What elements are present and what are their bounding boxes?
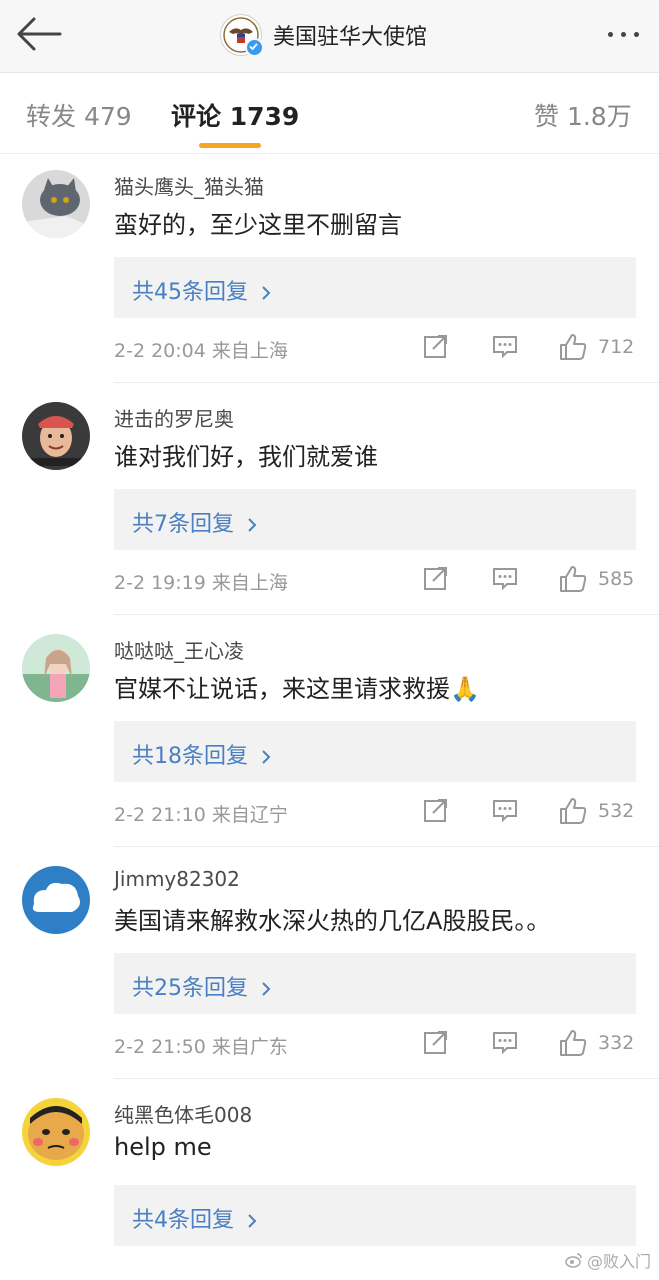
- like-count: 532: [598, 800, 635, 822]
- tab-comments[interactable]: 评论 1739: [171, 97, 299, 133]
- comment-icon[interactable]: [491, 564, 519, 592]
- comment-icon[interactable]: [491, 796, 519, 824]
- forward-icon[interactable]: [422, 796, 450, 824]
- forward-icon[interactable]: [422, 332, 450, 360]
- forward-icon[interactable]: [422, 1028, 450, 1056]
- comment-icon[interactable]: [491, 332, 519, 360]
- comment-icon[interactable]: [491, 1028, 519, 1056]
- active-tab-indicator: [199, 143, 261, 148]
- reply-count: 共18条回复: [132, 738, 271, 770]
- reply-expander[interactable]: 共45条回复: [114, 257, 636, 318]
- avatar[interactable]: [22, 634, 90, 702]
- comment-text: 蛮好的，至少这里不删留言: [114, 211, 402, 239]
- comment-text: 官媒不让说话，来这里请求救援🙏: [114, 675, 480, 703]
- like-icon[interactable]: [558, 564, 588, 594]
- chevron-right-icon: [262, 286, 271, 300]
- username[interactable]: 纯黑色体毛008: [114, 1099, 252, 1128]
- like-icon[interactable]: [558, 1028, 588, 1058]
- username[interactable]: 哒哒哒_王心凌: [114, 635, 244, 664]
- reply-count: 共7条回复: [132, 506, 257, 538]
- avatar[interactable]: [22, 402, 90, 470]
- comment-text: 美国请来解救水深火热的几亿A股股民。。: [114, 907, 551, 935]
- comment-item: 猫头鹰头_猫头猫 蛮好的，至少这里不删留言 共45条回复 2-2 20:04 来…: [0, 151, 659, 383]
- comment-meta: 2-2 19:19 来自上海: [114, 572, 288, 594]
- weibo-logo-icon: [565, 1253, 582, 1268]
- reply-expander[interactable]: 共7条回复: [114, 489, 636, 550]
- tab-bar: 转发 479 评论 1739 赞 1.8万: [0, 73, 659, 154]
- comment-item: 哒哒哒_王心凌 官媒不让说话，来这里请求救援🙏 共18条回复 2-2 21:10…: [0, 615, 659, 847]
- page-title: 美国驻华大使馆: [273, 25, 428, 50]
- top-bar: 美国驻华大使馆: [0, 0, 659, 73]
- reply-expander[interactable]: 共18条回复: [114, 721, 636, 782]
- back-arrow-icon[interactable]: [16, 16, 62, 52]
- forward-icon[interactable]: [422, 564, 450, 592]
- like-icon[interactable]: [558, 796, 588, 826]
- comment-item: 纯黑色体毛008 help me 共4条回复: [0, 1079, 659, 1280]
- like-icon[interactable]: [558, 332, 588, 362]
- reply-count: 共4条回复: [132, 1202, 257, 1234]
- chevron-right-icon: [262, 750, 271, 764]
- verified-icon: [245, 38, 264, 57]
- username[interactable]: 猫头鹰头_猫头猫: [114, 171, 264, 200]
- eagle-seal-avatar: [220, 14, 264, 57]
- reply-expander[interactable]: 共25条回复: [114, 953, 636, 1014]
- avatar[interactable]: [22, 170, 90, 238]
- tab-reposts[interactable]: 转发 479: [26, 97, 132, 133]
- reply-count: 共25条回复: [132, 970, 271, 1002]
- like-count: 585: [598, 568, 635, 590]
- watermark: @败入门: [565, 1248, 651, 1272]
- like-count: 712: [598, 336, 635, 358]
- comment-text: help me: [114, 1133, 212, 1161]
- chevron-right-icon: [248, 1214, 257, 1228]
- avatar[interactable]: [22, 1098, 90, 1166]
- chevron-right-icon: [248, 518, 257, 532]
- comment-item: Jimmy82302 美国请来解救水深火热的几亿A股股民。。 共25条回复 2-…: [0, 847, 659, 1079]
- comment-meta: 2-2 20:04 来自上海: [114, 340, 288, 362]
- username[interactable]: 进击的罗尼奥: [114, 403, 234, 432]
- watermark-text: @败入门: [586, 1252, 651, 1271]
- account-title[interactable]: 美国驻华大使馆: [220, 12, 427, 58]
- comment-meta: 2-2 21:50 来自广东: [114, 1036, 288, 1058]
- username[interactable]: Jimmy82302: [114, 867, 240, 891]
- tab-likes[interactable]: 赞 1.8万: [534, 97, 632, 133]
- comment-item: 进击的罗尼奥 谁对我们好，我们就爱谁 共7条回复 2-2 19:19 来自上海 …: [0, 383, 659, 615]
- reply-expander[interactable]: 共4条回复: [114, 1185, 636, 1246]
- like-count: 332: [598, 1032, 635, 1054]
- more-icon[interactable]: [608, 32, 639, 37]
- avatar[interactable]: [22, 866, 90, 934]
- comment-text: 谁对我们好，我们就爱谁: [114, 443, 378, 471]
- reply-count: 共45条回复: [132, 274, 271, 306]
- chevron-right-icon: [262, 982, 271, 996]
- comment-meta: 2-2 21:10 来自辽宁: [114, 804, 288, 826]
